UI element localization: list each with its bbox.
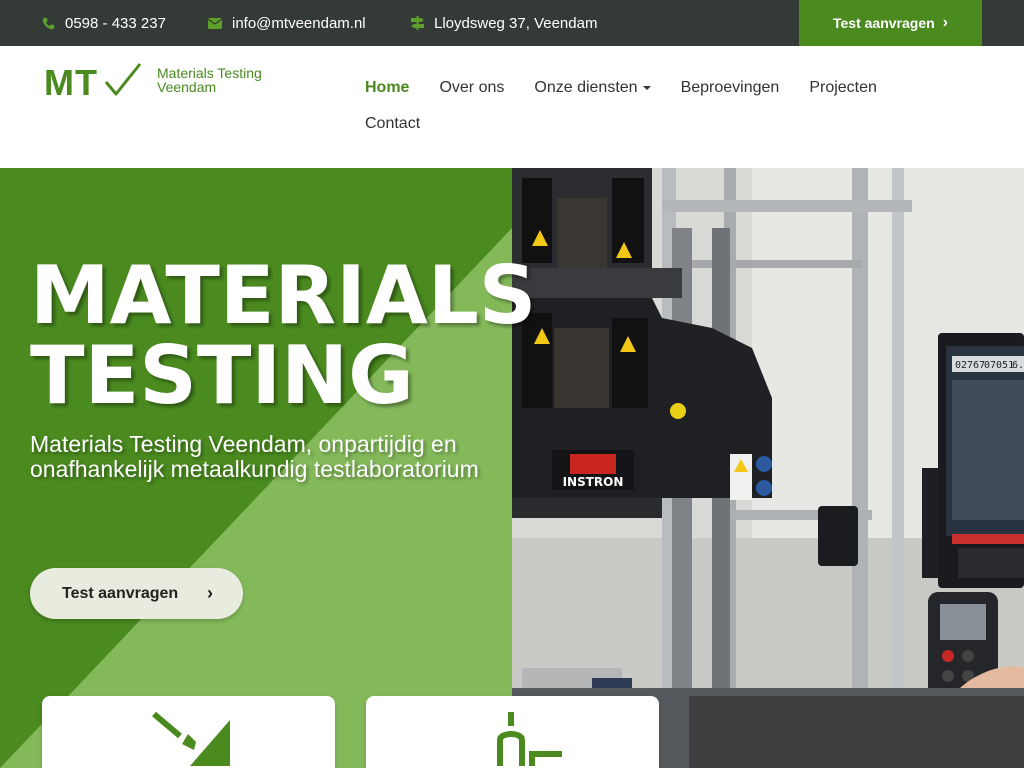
screen-value-1: 02767	[955, 360, 985, 371]
hero-title-line-2: TESTING	[30, 329, 414, 422]
logo-text: Materials Testing Veendam	[157, 66, 262, 94]
test-request-hero-button[interactable]: Test aanvragen ›	[30, 568, 243, 619]
service-card-cutting[interactable]	[42, 696, 335, 768]
logo-mark: MT	[44, 62, 98, 103]
test-request-label: Test aanvragen	[833, 15, 935, 31]
caret-down-icon	[642, 85, 651, 90]
hero-subtitle: Materials Testing Veendam, onpartijdig e…	[30, 431, 479, 482]
top-contact-bar: 0598 - 433 237 info@mtveendam.nl Lloydsw…	[0, 0, 1024, 46]
hero-section: INSTRON 02767 07051 6.96 MA	[0, 168, 1024, 768]
nav-onze-diensten[interactable]: Onze diensten	[534, 79, 651, 97]
hero-title-line-1: MATERIALS	[30, 249, 537, 342]
email-contact[interactable]: info@mtveendam.nl	[208, 0, 366, 46]
main-navigation: Home Over ons Onze diensten Beproevingen…	[365, 76, 925, 136]
instron-logo-text: INSTRON	[563, 475, 624, 489]
street-address: Lloydsweg 37, Veendam	[434, 14, 598, 32]
nav-contact[interactable]: Contact	[365, 115, 420, 133]
nav-beproevingen[interactable]: Beproevingen	[681, 79, 780, 97]
hero-title: MATERIALS TESTING	[30, 256, 536, 416]
nav-over-ons[interactable]: Over ons	[439, 79, 504, 97]
chevron-right-icon: ›	[942, 14, 948, 31]
logo-line-1: Materials Testing	[157, 65, 262, 81]
chevron-right-icon: ›	[207, 583, 213, 603]
nav-onze-diensten-label: Onze diensten	[534, 79, 638, 96]
signpost-icon	[411, 16, 424, 30]
screen-value-3: 6.96	[1012, 360, 1024, 371]
checkmark-icon	[104, 63, 142, 96]
hero-lab-photo: INSTRON 02767 07051 6.96	[512, 168, 1024, 768]
address-contact[interactable]: Lloydsweg 37, Veendam	[411, 0, 597, 46]
cutting-tool-icon	[152, 711, 230, 766]
dark-feature-panel	[689, 696, 1024, 768]
hero-button-label: Test aanvragen	[62, 584, 179, 602]
phone-icon	[42, 17, 55, 29]
email-address: info@mtveendam.nl	[232, 14, 366, 32]
test-probe-icon	[497, 712, 562, 766]
site-header: MT Materials Testing Veendam Home Over o…	[0, 46, 1024, 168]
nav-projecten[interactable]: Projecten	[809, 79, 877, 97]
site-logo[interactable]: MT Materials Testing Veendam	[44, 62, 284, 104]
logo-line-2: Veendam	[157, 79, 217, 95]
phone-contact[interactable]: 0598 - 433 237	[42, 0, 166, 46]
test-request-top-button[interactable]: Test aanvragen ›	[799, 0, 982, 46]
phone-number: 0598 - 433 237	[65, 14, 166, 32]
screen-value-2: 07051	[984, 360, 1014, 371]
nav-home[interactable]: Home	[365, 79, 409, 97]
service-card-testing[interactable]	[366, 696, 659, 768]
envelope-icon	[208, 17, 222, 29]
